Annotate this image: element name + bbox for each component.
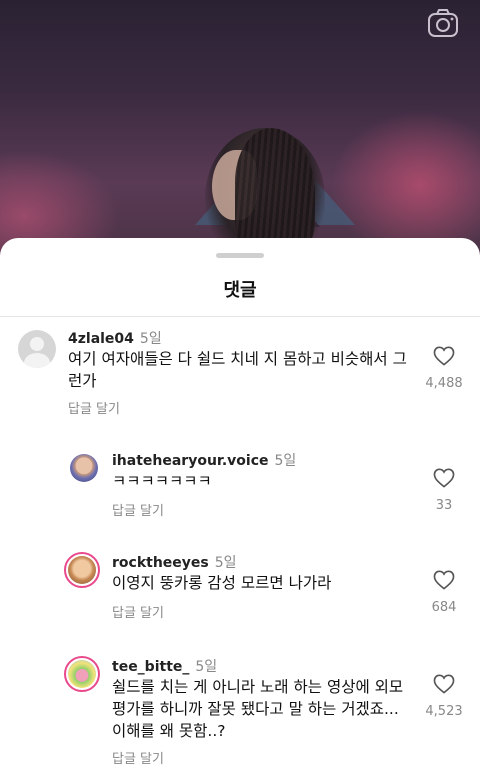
comment-text: 여기 여자애들은 다 쉴드 치네 지 몸하고 비슷해서 그런가 <box>68 350 407 390</box>
heart-icon <box>433 346 455 366</box>
comment-username[interactable]: ihatehearyour.voice 5일 <box>112 450 296 470</box>
sheet-drag-handle[interactable] <box>216 253 264 258</box>
comment-text: 쉴드를 치는 게 아니라 노래 하는 영상에 외모 평가를 하니까 잘못 됐다고… <box>112 678 404 740</box>
heart-icon <box>433 468 455 488</box>
comment-username[interactable]: rocktheeyes 5일 <box>112 552 237 572</box>
avatar[interactable] <box>18 330 56 368</box>
reply-button[interactable]: 답글 달기 <box>68 398 120 417</box>
reply-button[interactable]: 답글 달기 <box>112 602 164 621</box>
comment-time: 5일 <box>214 555 237 571</box>
comment-time: 5일 <box>274 453 297 469</box>
like-count: 4,523 <box>425 704 463 719</box>
like-count: 4,488 <box>425 376 463 391</box>
divider <box>0 316 480 317</box>
avatar[interactable] <box>64 656 100 692</box>
like-count: 684 <box>431 600 457 615</box>
camera-icon[interactable] <box>427 8 459 38</box>
video-background <box>0 0 480 260</box>
like-button[interactable] <box>424 570 464 590</box>
like-button[interactable] <box>424 674 464 694</box>
heart-icon <box>433 674 455 694</box>
comments-sheet: 댓글 4zlale04 5일 여기 여자애들은 다 쉴드 치네 지 몸하고 비슷해… <box>0 238 480 775</box>
avatar[interactable] <box>66 450 102 486</box>
comment-time: 5일 <box>139 331 162 347</box>
comment-time: 5일 <box>195 659 218 675</box>
comment-text: ㅋㅋㅋㅋㅋㅋㅋ <box>112 472 212 490</box>
comment-username[interactable]: tee_bitte_ 5일 <box>112 656 217 676</box>
avatar[interactable] <box>64 552 100 588</box>
like-button[interactable] <box>424 468 464 488</box>
reply-button[interactable]: 답글 달기 <box>112 748 164 767</box>
like-count: 33 <box>435 498 453 513</box>
sheet-title: 댓글 <box>223 280 257 301</box>
heart-icon <box>433 570 455 590</box>
comment-text: 이영지 뚱카롱 감성 모르면 나가라 <box>112 574 332 592</box>
reply-button[interactable]: 답글 달기 <box>112 500 164 519</box>
comment-username[interactable]: 4zlale04 5일 <box>68 328 162 348</box>
like-button[interactable] <box>424 346 464 366</box>
